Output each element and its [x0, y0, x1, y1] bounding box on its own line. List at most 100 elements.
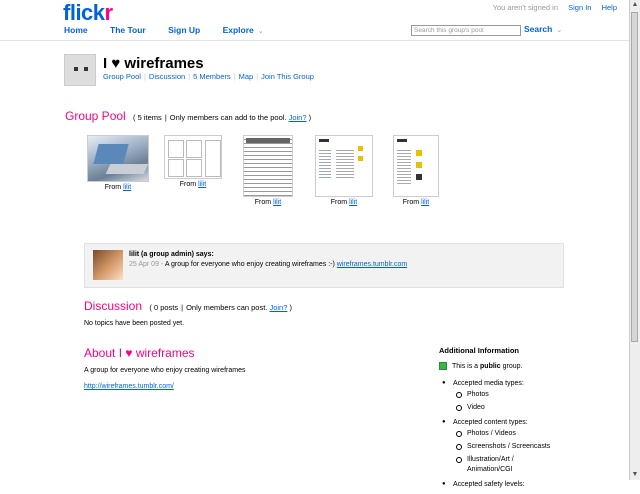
account-bar: You aren't signed in Sign In Help — [493, 3, 617, 12]
discussion-close-paren: ) — [289, 303, 293, 312]
not-signed-in-text: You aren't signed in — [492, 3, 559, 12]
pool-photo[interactable]: From lilit — [243, 135, 293, 206]
discussion-meta: ( 0 posts | Only members can post. Join? ) — [149, 303, 292, 312]
pool-photo[interactable]: From lilit — [163, 135, 223, 188]
pool-thumbnail-laptop[interactable] — [87, 135, 149, 182]
search-button-label: Search — [524, 24, 553, 34]
chevron-down-icon: ⌄ — [556, 27, 563, 34]
admin-message-link[interactable]: wireframes.tumblr.com — [337, 261, 407, 268]
top-header: flickr You aren't signed in Sign In Help… — [0, 0, 630, 41]
from-label: From — [104, 184, 122, 191]
search-input[interactable]: Search this group's pool — [411, 25, 521, 36]
discussion-count: ( 0 posts — [149, 303, 179, 312]
about-title: About I ♥ wireframes — [84, 346, 195, 360]
discussion-heading: Discussion ( 0 posts | Only members can po… — [84, 299, 292, 313]
media-types-item: Accepted media types: Photos Video — [439, 380, 619, 413]
admin-name: lilit (a group admin) says: — [129, 251, 214, 258]
pool-meta: ( 5 items | Only members can add to the po… — [133, 113, 312, 122]
buddy-eye-left — [74, 67, 78, 71]
scroll-down-arrow-icon[interactable]: ▼ — [630, 470, 640, 480]
discussion-title[interactable]: Discussion — [84, 299, 142, 313]
pool-photo[interactable]: From lilit — [315, 135, 373, 206]
accepted-list: Accepted media types: Photos Video Accep… — [439, 380, 619, 488]
content-type: Screenshots / Screencasts — [453, 442, 619, 452]
group-link-map[interactable]: Map — [239, 72, 254, 81]
search-button[interactable]: Search ⌄ — [524, 24, 562, 34]
group-link-pool[interactable]: Group Pool — [103, 72, 141, 81]
photo-caption: From lilit — [86, 184, 150, 191]
admin-message-text: A group for everyone who enjoy creating … — [164, 261, 335, 268]
owner-link[interactable]: lilit — [273, 199, 281, 206]
main-nav: Home The Tour Sign Up Explore ⌄ — [64, 25, 284, 35]
photo-caption: From lilit — [393, 199, 439, 206]
media-types-label: Accepted media types: — [453, 380, 524, 387]
from-label: From — [254, 199, 272, 206]
admin-date: 25 Apr 09 - — [129, 261, 164, 268]
group-link-members[interactable]: 5 Members — [193, 72, 231, 81]
nav-the-tour[interactable]: The Tour — [110, 25, 146, 35]
discussion-join-link[interactable]: Join? — [269, 303, 287, 312]
group-buddy-icon — [64, 54, 96, 86]
additional-info: Additional Information This is a public … — [439, 346, 619, 494]
owner-link[interactable]: lilit — [123, 184, 131, 191]
photo-caption: From lilit — [243, 199, 293, 206]
pool-heading: Group Pool ( 5 items | Only members can ad… — [65, 109, 311, 123]
nav-home[interactable]: Home — [64, 25, 88, 35]
help-link[interactable]: Help — [602, 3, 617, 12]
vertical-scrollbar[interactable]: ▲ ▼ — [629, 0, 640, 480]
content-types-item: Accepted content types: Photos / Videos … — [439, 419, 619, 475]
pool-title[interactable]: Group Pool — [65, 109, 126, 123]
media-type: Photos — [453, 390, 619, 400]
buddy-eye-right — [84, 67, 88, 71]
group-subnav: Group Pool | Discussion | 5 Members | Map | Join… — [103, 72, 314, 81]
content-type: Photos / Videos — [453, 429, 619, 439]
public-bold: public — [480, 363, 501, 370]
admin-message-box: lilit (a group admin) says: 25 Apr 09 - … — [84, 243, 564, 288]
pool-thumbnail-page[interactable] — [315, 135, 373, 197]
group-link-discussion[interactable]: Discussion — [149, 72, 185, 81]
pool-rule: Only members can add to the pool. — [169, 113, 287, 122]
scroll-up-arrow-icon[interactable]: ▲ — [630, 0, 640, 10]
photo-caption: From lilit — [315, 199, 373, 206]
pool-thumbnail-wireframe[interactable] — [243, 135, 293, 197]
discussion-rule: Only members can post. — [186, 303, 268, 312]
safety-levels-label: Accepted safety levels: — [453, 481, 525, 488]
public-post: group. — [502, 363, 523, 370]
scroll-thumb[interactable] — [631, 12, 638, 342]
pool-thumbnail-page[interactable] — [393, 135, 439, 197]
logo-flick: flick — [63, 0, 105, 25]
no-topics-text: No topics have been posted yet. — [84, 320, 185, 327]
nav-explore-label: Explore — [222, 25, 254, 35]
pool-photo[interactable]: From lilit — [86, 135, 150, 191]
logo-r: r — [104, 0, 114, 25]
pool-count: ( 5 items — [133, 113, 162, 122]
pool-join-link[interactable]: Join? — [289, 113, 307, 122]
from-label: From — [402, 199, 420, 206]
pool-thumbnail-sketch[interactable] — [164, 135, 222, 179]
pool-photo[interactable]: From lilit — [393, 135, 439, 206]
group-link-join[interactable]: Join This Group — [261, 72, 314, 81]
photo-caption: From lilit — [163, 181, 223, 188]
about-description: A group for everyone who enjoy creating … — [84, 367, 246, 374]
owner-link[interactable]: lilit — [349, 199, 357, 206]
content-type: Illustration/Art / Animation/CGI — [453, 455, 557, 475]
pool-close-paren: ) — [308, 113, 312, 122]
content-types-label: Accepted content types: — [453, 419, 528, 426]
from-label: From — [330, 199, 348, 206]
group-title: I ♥ wireframes — [103, 55, 204, 72]
admin-avatar[interactable] — [93, 250, 123, 280]
nav-explore[interactable]: Explore ⌄ — [223, 25, 264, 35]
public-pre: This is a — [452, 363, 479, 370]
public-group-line: This is a public group. — [439, 362, 619, 370]
admin-message: 25 Apr 09 - A group for everyone who enj… — [129, 261, 407, 268]
about-link: http://wireframes.tumblr.com/ — [84, 383, 174, 390]
flickr-logo[interactable]: flickr — [63, 0, 113, 26]
media-type: Video — [453, 403, 619, 413]
nav-sign-up[interactable]: Sign Up — [168, 25, 200, 35]
owner-link[interactable]: lilit — [198, 181, 206, 188]
about-url-link[interactable]: http://wireframes.tumblr.com/ — [84, 383, 174, 390]
owner-link[interactable]: lilit — [421, 199, 429, 206]
from-label: From — [179, 181, 197, 188]
sign-in-link[interactable]: Sign In — [568, 3, 591, 12]
safety-levels-item: Accepted safety levels: — [439, 481, 619, 488]
